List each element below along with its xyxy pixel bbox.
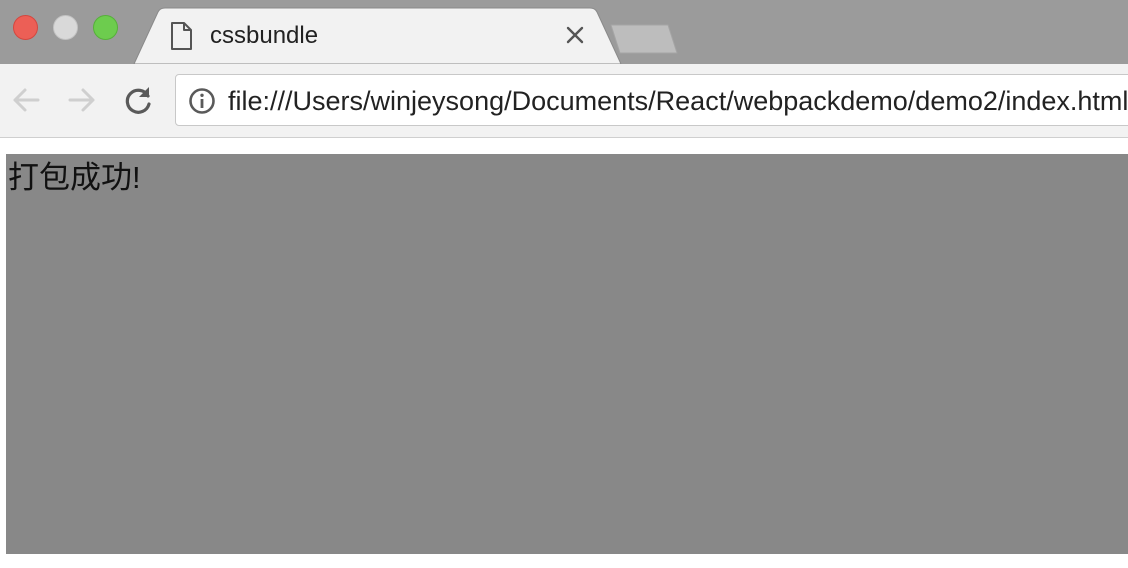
browser-window: cssbundle file:///Users/winjeysong/Docum… (0, 0, 1128, 568)
info-icon[interactable] (188, 87, 216, 115)
address-bar[interactable]: file:///Users/winjeysong/Documents/React… (175, 74, 1128, 126)
close-tab-icon[interactable] (564, 24, 586, 46)
file-icon (171, 22, 192, 50)
page-viewport: 打包成功! (0, 138, 1128, 568)
success-message: 打包成功! (8, 160, 141, 195)
arrow-right-icon[interactable] (64, 82, 100, 118)
tab-strip: cssbundle (0, 0, 1128, 64)
tab-active[interactable]: cssbundle (160, 8, 600, 64)
browser-toolbar: file:///Users/winjeysong/Documents/React… (0, 64, 1128, 138)
reload-icon[interactable] (120, 82, 156, 118)
content-box: 打包成功! (6, 154, 1128, 554)
url-text[interactable]: file:///Users/winjeysong/Documents/React… (228, 86, 1128, 116)
new-tab-button[interactable] (610, 24, 678, 54)
arrow-left-icon[interactable] (8, 82, 44, 118)
tab-title: cssbundle (210, 22, 319, 49)
